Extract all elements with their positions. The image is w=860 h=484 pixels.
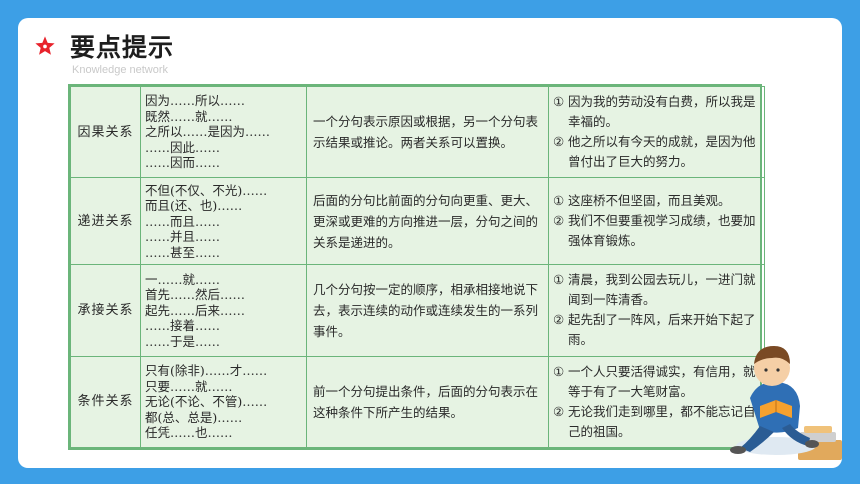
relation-description: 一个分句表示原因或根据，另一个分句表示结果或推论。两者关系可以置换。 bbox=[306, 85, 549, 179]
relation-description: 几个分句按一定的顺序，相承相接地说下去，表示连续的动作或连续发生的一系列事件。 bbox=[306, 264, 549, 357]
slide-card: 要点提示 Knowledge network 因果关系 因为……所以…… 既然……就… bbox=[18, 18, 842, 468]
example-list: ① 因为我的劳动没有白费，所以我是幸福的。 ② 他之所以有今天的成就，是因为他曾付出了… bbox=[548, 85, 765, 179]
example-item: ① 这座桥不但坚固，而且美观。 bbox=[553, 191, 760, 211]
example-number: ② bbox=[553, 312, 565, 328]
conjunction-item: 首先……然后…… bbox=[145, 287, 246, 303]
conjunction-item: 任凭……也…… bbox=[145, 425, 233, 440]
conjunction-list: 一……就…… 首先……然后…… 起先……后来…… ……接着…… ……于是…… bbox=[140, 264, 307, 357]
conjunction-item: 之所以……是因为…… bbox=[145, 124, 271, 140]
conjunction-item: ……并且…… bbox=[145, 229, 221, 244]
example-item: ① 清晨，我到公园去玩儿，一进门就闻到一阵清香。 bbox=[553, 270, 760, 310]
example-number: ① bbox=[553, 272, 565, 288]
page-subtitle: Knowledge network bbox=[72, 64, 169, 76]
example-number: ① bbox=[553, 193, 565, 209]
table-row: 承接关系 一……就…… 首先……然后…… 起先……后来…… ……接着…… ……于是…… 几个… bbox=[70, 264, 765, 357]
example-number: ② bbox=[553, 403, 565, 419]
knowledge-table: 因果关系 因为……所以…… 既然……就…… 之所以……是因为…… ……因此…… ……因而…… bbox=[68, 84, 765, 450]
conjunction-item: ……接着…… bbox=[145, 318, 221, 334]
example-text: 清晨，我到公园去玩儿，一进门就闻到一阵清香。 bbox=[568, 272, 756, 308]
conjunction-item: 起先……后来…… bbox=[145, 302, 246, 318]
conjunction-item: 不但(不仅、不光)…… bbox=[145, 182, 268, 198]
relation-description: 前一个分句提出条件，后面的分句表示在这种条件下所产生的结果。 bbox=[306, 355, 549, 449]
example-item: ② 他之所以有今天的成就，是因为他曾付出了巨大的努力。 bbox=[553, 132, 760, 172]
example-item: ② 我们不但要重视学习成绩，也要加强体育锻炼。 bbox=[553, 211, 760, 251]
conjunction-item: 只要……就…… bbox=[145, 378, 233, 394]
example-text: 因为我的劳动没有白费，所以我是幸福的。 bbox=[568, 94, 756, 130]
boy-reading-icon bbox=[730, 346, 842, 460]
example-number: ② bbox=[553, 213, 565, 229]
example-number: ① bbox=[553, 94, 565, 110]
conjunction-item: 只有(除非)……才…… bbox=[145, 363, 268, 378]
conjunction-item: 一……就…… bbox=[145, 271, 221, 287]
example-text: 这座桥不但坚固，而且美观。 bbox=[568, 193, 731, 209]
page-title: 要点提示 bbox=[70, 33, 175, 62]
example-text: 我们不但要重视学习成绩，也要加强体育锻炼。 bbox=[568, 213, 756, 249]
table-row: 递进关系 不但(不仅、不光)…… 而且(还、也)…… ……而且…… ……并且…… ……甚至… bbox=[70, 177, 765, 266]
example-item: ① 因为我的劳动没有白费，所以我是幸福的。 bbox=[553, 92, 760, 132]
relation-type: 因果关系 bbox=[70, 85, 141, 179]
example-number: ① bbox=[553, 363, 565, 379]
example-text: 他之所以有今天的成就，是因为他曾付出了巨大的努力。 bbox=[568, 134, 756, 170]
conjunction-item: 因为……所以…… bbox=[145, 93, 246, 109]
conjunction-item: ……于是…… bbox=[145, 333, 221, 349]
conjunction-item: ……因此…… bbox=[145, 139, 221, 155]
conjunction-item: ……甚至…… bbox=[145, 244, 221, 260]
conjunction-item: ……而且…… bbox=[145, 213, 221, 229]
conjunction-item: 而且(还、也)…… bbox=[145, 198, 243, 213]
conjunction-item: ……因而…… bbox=[145, 155, 221, 171]
table-row: 条件关系 只有(除非)……才…… 只要……就…… 无论(不论、不管)…… 都(总、总是)… bbox=[70, 355, 765, 449]
relation-type: 递进关系 bbox=[70, 177, 141, 266]
relation-type: 条件关系 bbox=[70, 355, 141, 449]
relation-type: 承接关系 bbox=[70, 264, 141, 357]
example-list: ① 这座桥不但坚固，而且美观。 ② 我们不但要重视学习成绩，也要加强体育锻炼。 bbox=[548, 177, 765, 266]
star-icon bbox=[35, 36, 55, 55]
conjunction-list: 不但(不仅、不光)…… 而且(还、也)…… ……而且…… ……并且…… ……甚至…… bbox=[140, 177, 307, 266]
conjunction-item: 既然……就…… bbox=[145, 108, 233, 124]
conjunction-item: 无论(不论、不管)…… bbox=[145, 394, 268, 409]
conjunction-list: 因为……所以…… 既然……就…… 之所以……是因为…… ……因此…… ……因而…… bbox=[140, 85, 307, 179]
example-number: ② bbox=[553, 134, 565, 150]
relation-description: 后面的分句比前面的分句向更重、更大、更深或更难的方向推进一层，分句之间的关系是递… bbox=[306, 177, 549, 266]
conjunction-item: 都(总、总是)…… bbox=[145, 409, 243, 425]
table-row: 因果关系 因为……所以…… 既然……就…… 之所以……是因为…… ……因此…… ……因而…… bbox=[70, 85, 765, 179]
conjunction-list: 只有(除非)……才…… 只要……就…… 无论(不论、不管)…… 都(总、总是)…… 任凭… bbox=[140, 355, 307, 449]
